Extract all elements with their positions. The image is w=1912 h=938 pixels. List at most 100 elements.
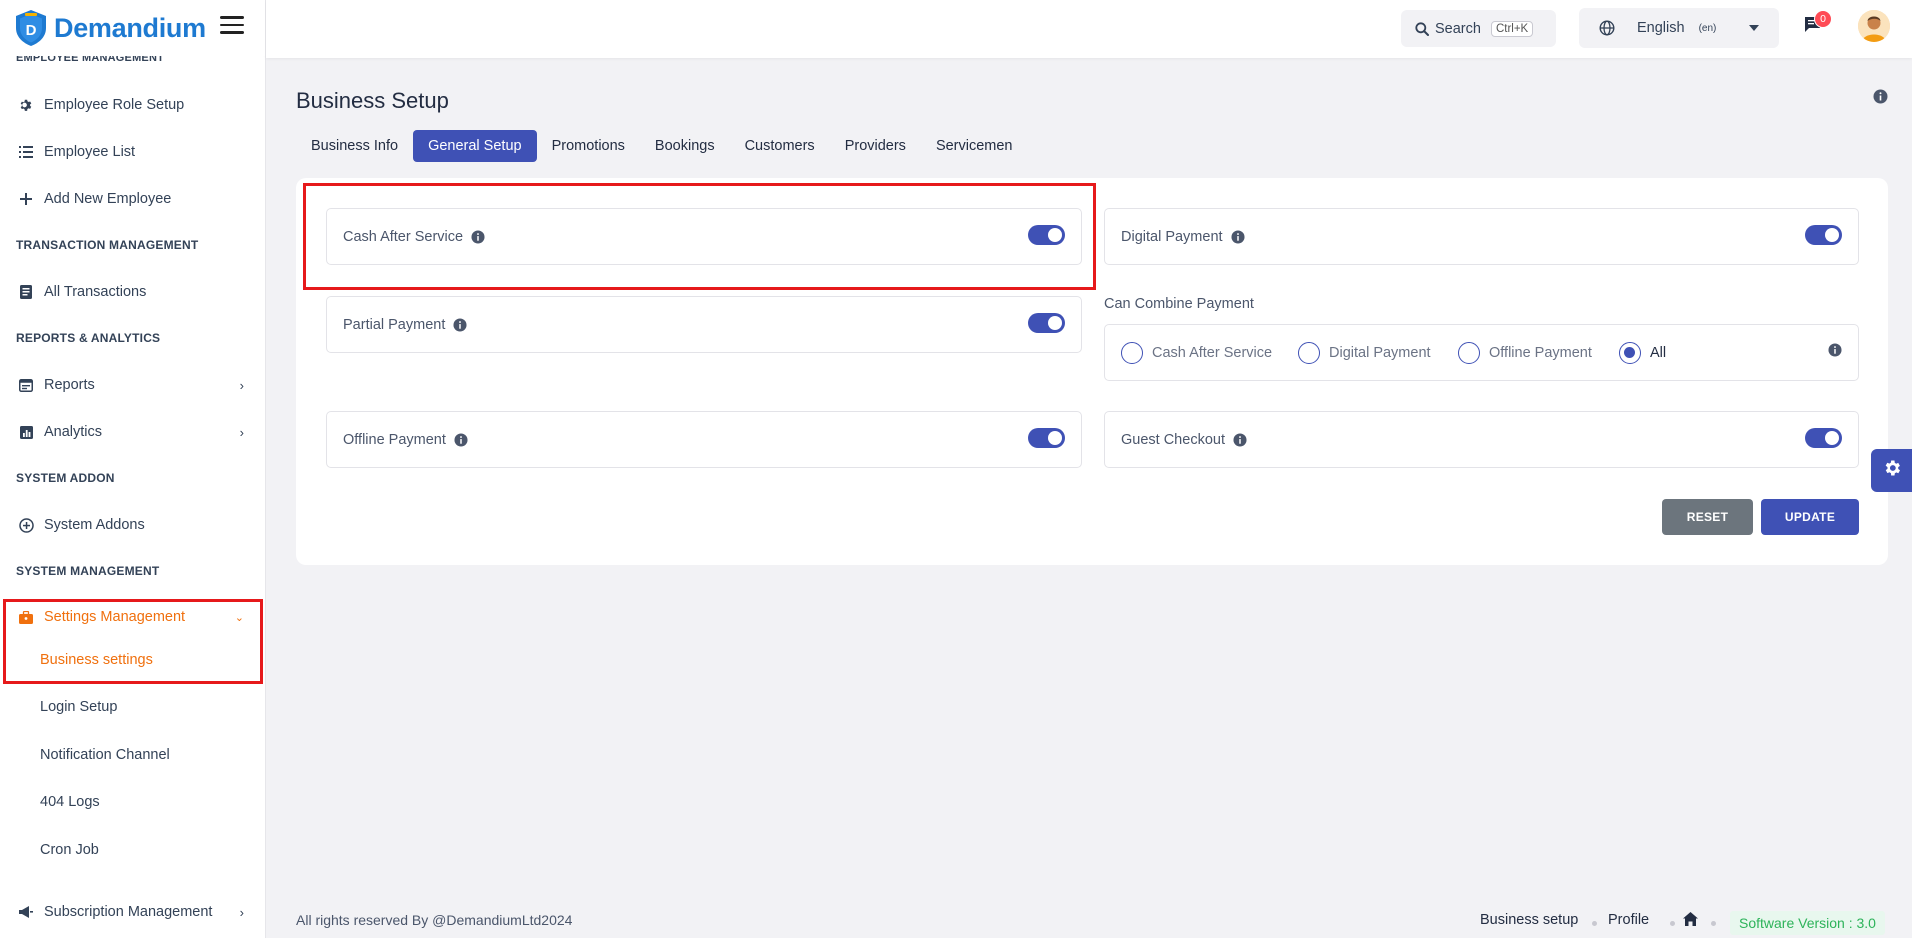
gear-icon: [16, 95, 36, 115]
option-label: Offline Payment: [343, 431, 446, 448]
messages-button[interactable]: 0: [1804, 10, 1832, 38]
guest-checkout-toggle[interactable]: [1805, 428, 1842, 448]
info-icon[interactable]: [1233, 432, 1247, 447]
footer-separator: [1670, 921, 1675, 926]
combine-payment-label: Can Combine Payment: [1104, 296, 1254, 312]
footer-separator: [1711, 921, 1716, 926]
radio-circle: [1619, 342, 1641, 364]
digital-payment-option: Digital Payment: [1104, 208, 1859, 265]
tab-customers[interactable]: Customers: [730, 130, 830, 162]
top-header: Search Ctrl+K English (en) 0: [266, 0, 1912, 58]
tab-general-setup[interactable]: General Setup: [413, 130, 537, 162]
sidebar-item-label: Subscription Management: [44, 904, 213, 920]
logo-icon: D: [14, 9, 48, 47]
settings-float-button[interactable]: [1871, 449, 1912, 492]
language-label: English: [1637, 20, 1685, 36]
tab-bar: Business Info General Setup Promotions B…: [296, 130, 1028, 162]
brand-name: Demandium: [54, 12, 206, 43]
software-version-badge: Software Version : 3.0: [1730, 911, 1885, 935]
sidebar-item-employee-role-setup[interactable]: Employee Role Setup: [0, 85, 265, 125]
info-icon[interactable]: [1231, 229, 1245, 244]
info-icon[interactable]: [1828, 343, 1842, 362]
radio-label: Offline Payment: [1489, 345, 1592, 361]
gear-icon: [1882, 458, 1902, 483]
calendar-icon: [16, 375, 36, 395]
document-icon: [16, 282, 36, 302]
combine-radio-all[interactable]: All: [1619, 342, 1666, 364]
sidebar-subitem-notification-channel[interactable]: Notification Channel: [40, 747, 170, 763]
sidebar-section-reports: REPORTS & ANALYTICS: [16, 331, 161, 345]
globe-icon: [1599, 20, 1615, 36]
avatar[interactable]: [1858, 10, 1890, 42]
radio-label: Digital Payment: [1329, 345, 1431, 361]
tab-promotions[interactable]: Promotions: [537, 130, 640, 162]
option-label: Digital Payment: [1121, 228, 1223, 245]
combine-radio-digital-payment[interactable]: Digital Payment: [1298, 342, 1431, 364]
sidebar-item-label: System Addons: [44, 517, 145, 533]
radio-label: All: [1650, 345, 1667, 361]
chevron-right-icon: ›: [239, 904, 244, 920]
chevron-right-icon: ›: [239, 424, 244, 440]
plus-icon: [16, 189, 36, 209]
reset-button[interactable]: RESET: [1662, 499, 1753, 535]
tab-providers[interactable]: Providers: [830, 130, 921, 162]
tab-business-info[interactable]: Business Info: [296, 130, 413, 162]
sidebar-item-analytics[interactable]: Analytics ›: [0, 412, 265, 452]
message-count-badge: 0: [1814, 10, 1832, 28]
page-title: Business Setup: [296, 88, 449, 113]
sidebar-item-subscription-management[interactable]: Subscription Management ›: [0, 892, 265, 932]
language-selector[interactable]: English (en): [1579, 8, 1779, 48]
analytics-icon: [16, 422, 36, 442]
partial-payment-toggle[interactable]: [1028, 313, 1065, 333]
search-label: Search: [1435, 20, 1481, 37]
highlight-box-settings: [3, 599, 263, 684]
list-icon: [16, 142, 36, 162]
footer-link-business-setup[interactable]: Business setup: [1480, 912, 1578, 928]
combine-payment-group: Cash After Service Digital Payment Offli…: [1104, 324, 1859, 381]
sidebar-item-system-addons[interactable]: System Addons: [0, 505, 265, 545]
combine-radio-cash-after-service[interactable]: Cash After Service: [1121, 342, 1272, 364]
digital-payment-toggle[interactable]: [1805, 225, 1842, 245]
footer-link-profile[interactable]: Profile: [1608, 912, 1649, 928]
radio-circle: [1298, 342, 1320, 364]
sidebar-item-label: Employee Role Setup: [44, 97, 185, 113]
sidebar-item-all-transactions[interactable]: All Transactions: [0, 272, 265, 312]
partial-payment-option: Partial Payment: [326, 296, 1082, 353]
guest-checkout-option: Guest Checkout: [1104, 411, 1859, 468]
sidebar-section-transaction: TRANSACTION MANAGEMENT: [16, 238, 199, 252]
info-icon[interactable]: [1873, 89, 1888, 109]
sidebar-item-employee-list[interactable]: Employee List: [0, 132, 265, 172]
search-button[interactable]: Search Ctrl+K: [1401, 10, 1556, 47]
offline-payment-toggle[interactable]: [1028, 428, 1065, 448]
update-button[interactable]: UPDATE: [1761, 499, 1859, 535]
sidebar-section-addon: SYSTEM ADDON: [16, 471, 115, 485]
offline-payment-option: Offline Payment: [326, 411, 1082, 468]
sidebar-subitem-404-logs[interactable]: 404 Logs: [40, 794, 100, 810]
search-shortcut: Ctrl+K: [1490, 20, 1534, 37]
sidebar-item-reports[interactable]: Reports ›: [0, 365, 265, 405]
sidebar-item-add-new-employee[interactable]: Add New Employee: [0, 179, 265, 219]
info-icon[interactable]: [453, 317, 467, 332]
combine-radio-offline-payment[interactable]: Offline Payment: [1458, 342, 1592, 364]
sidebar-subitem-cron-job[interactable]: Cron Job: [40, 842, 99, 858]
sidebar-subitem-login-setup[interactable]: Login Setup: [40, 699, 117, 715]
menu-toggle-icon[interactable]: [220, 16, 244, 34]
option-label: Guest Checkout: [1121, 431, 1225, 448]
radio-circle: [1121, 342, 1143, 364]
radio-circle: [1458, 342, 1480, 364]
info-icon[interactable]: [454, 432, 468, 447]
sidebar-item-label: Add New Employee: [44, 191, 172, 207]
sidebar-item-label: All Transactions: [44, 284, 147, 300]
svg-text:D: D: [26, 22, 37, 39]
tab-servicemen[interactable]: Servicemen: [921, 130, 1028, 162]
brand: D Demandium: [0, 0, 265, 56]
sidebar-item-label: Analytics: [44, 424, 103, 440]
language-code: (en): [1698, 22, 1717, 34]
home-icon[interactable]: [1683, 912, 1698, 931]
caret-down-icon: [1749, 25, 1759, 31]
option-label: Partial Payment: [343, 316, 446, 333]
sidebar: EMPLOYEE MANAGEMENT Employee Role Setup …: [0, 0, 266, 938]
sidebar-item-label: Employee List: [44, 144, 136, 160]
tab-bookings[interactable]: Bookings: [640, 130, 730, 162]
footer-copyright: All rights reserved By @DemandiumLtd2024: [296, 912, 573, 928]
